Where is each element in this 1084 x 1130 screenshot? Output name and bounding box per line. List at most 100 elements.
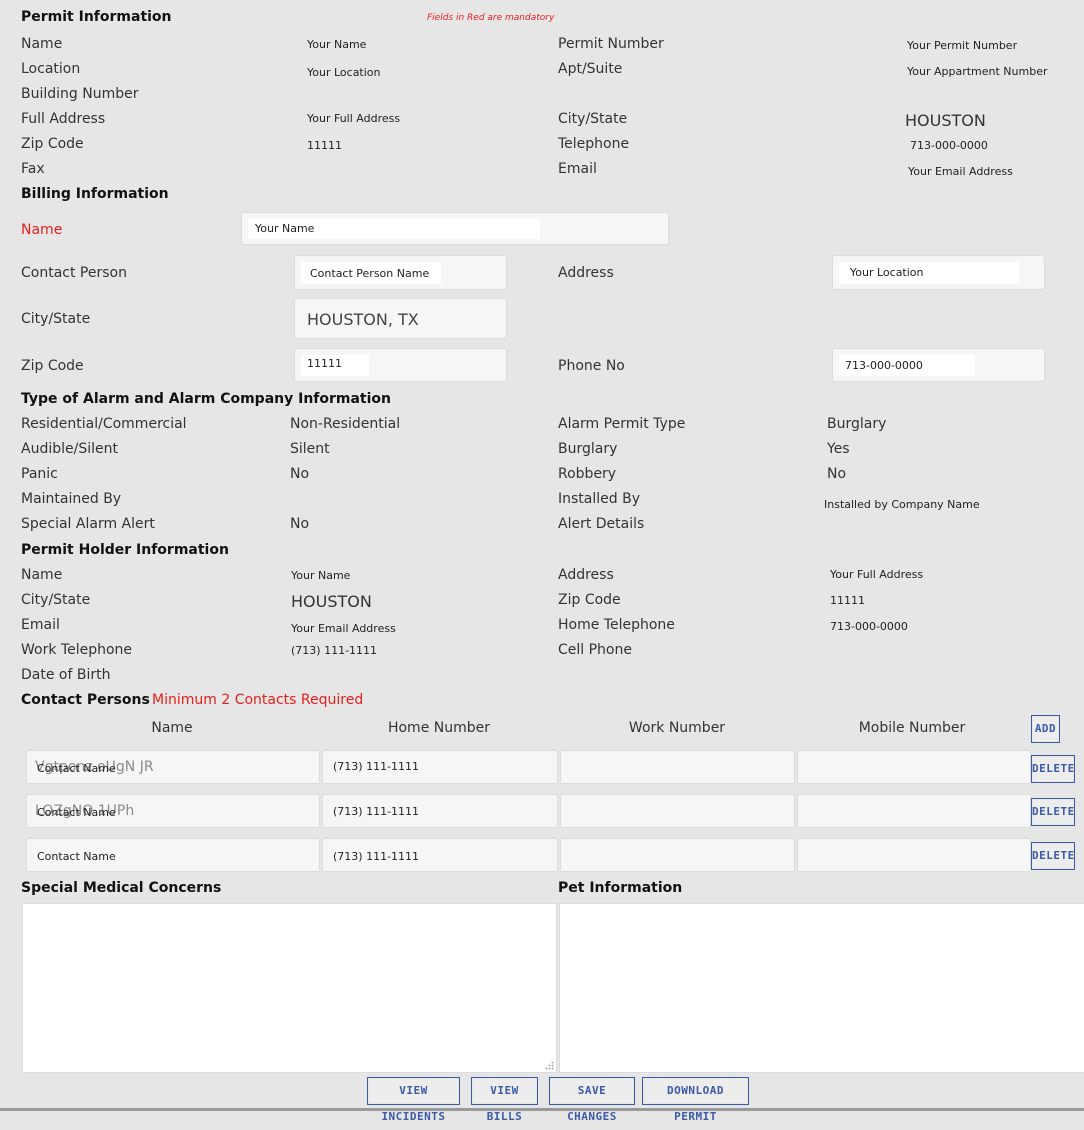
- permit-zip-label: Zip Code: [21, 136, 84, 152]
- permit-location-label: Location: [21, 61, 81, 77]
- holder-address-value: Your Full Address: [830, 568, 924, 581]
- contacts-col-name: Name: [151, 720, 193, 736]
- holder-home-tel-label: Home Telephone: [558, 617, 675, 633]
- permit-building-label: Building Number: [21, 86, 139, 102]
- billing-phone-input[interactable]: 713-000-0000: [832, 348, 1045, 382]
- billing-phone-label: Phone No: [558, 358, 625, 374]
- pet-information-textarea[interactable]: [559, 903, 1084, 1073]
- permit-name-label: Name: [21, 36, 63, 52]
- permit-apt-label: Apt/Suite: [558, 61, 623, 77]
- resize-grip-icon[interactable]: [545, 1061, 554, 1070]
- mandatory-note: Fields in Red are mandatory: [427, 13, 555, 23]
- view-bills-button[interactable]: VIEW BILLS: [471, 1077, 538, 1123]
- billing-address-label: Address: [558, 265, 614, 281]
- holder-cell-label: Cell Phone: [558, 642, 632, 658]
- holder-zip-label: Zip Code: [558, 592, 621, 608]
- billing-address-input[interactable]: Your Location: [832, 255, 1045, 290]
- permit-apt-value: Your Appartment Number: [907, 65, 1048, 78]
- alarm-permit-type-label: Alarm Permit Type: [558, 416, 686, 432]
- contact-home-input[interactable]: (713) 111-1111: [322, 750, 558, 784]
- billing-address-input-text: Your Location: [850, 266, 924, 279]
- download-permit-button[interactable]: DOWNLOAD PERMIT: [642, 1077, 749, 1123]
- contact-name-text: Contact Name: [37, 806, 116, 819]
- permit-number-label: Permit Number: [558, 36, 664, 52]
- contact-home-text: (713) 111-1111: [333, 850, 420, 863]
- billing-name-input-text: Your Name: [255, 222, 315, 235]
- billing-name-input[interactable]: Your Name: [241, 212, 669, 245]
- alarm-burglary-label: Burglary: [558, 441, 618, 457]
- holder-zip-value: 11111: [830, 594, 865, 607]
- billing-contact-input[interactable]: Contact Person Name: [294, 255, 507, 290]
- contacts-required-note: Minimum 2 Contacts Required: [152, 692, 364, 708]
- billing-contact-input-text: Contact Person Name: [310, 267, 430, 280]
- alarm-installed-label: Installed By: [558, 491, 640, 507]
- billing-zip-input-text: 11111: [307, 357, 342, 370]
- alarm-res-label: Residential/Commercial: [21, 416, 187, 432]
- contacts-col-work: Work Number: [628, 720, 726, 736]
- contact-name-text: Contact Name: [37, 850, 116, 863]
- contact-work-input[interactable]: [560, 750, 795, 784]
- contact-name-text: Contact Name: [37, 762, 116, 775]
- billing-city-state-input[interactable]: HOUSTON, TX: [294, 298, 507, 339]
- permit-section-title: Permit Information: [21, 9, 172, 25]
- alarm-special-value: No: [290, 516, 310, 532]
- delete-contact-button[interactable]: DELETE: [1031, 755, 1075, 783]
- view-incidents-button[interactable]: VIEW INCIDENTS: [367, 1077, 460, 1123]
- contact-mobile-input[interactable]: [797, 838, 1031, 872]
- billing-section-title: Billing Information: [21, 186, 169, 202]
- holder-email-value: Your Email Address: [291, 622, 396, 635]
- pet-section-title: Pet Information: [558, 880, 683, 896]
- alarm-details-label: Alert Details: [558, 516, 645, 532]
- holder-address-label: Address: [558, 567, 614, 583]
- alarm-robbery-label: Robbery: [558, 466, 617, 482]
- alarm-maintained-label: Maintained By: [21, 491, 122, 507]
- contacts-col-home: Home Number: [387, 720, 491, 736]
- holder-section-title: Permit Holder Information: [21, 542, 229, 558]
- alarm-res-value: Non-Residential: [290, 416, 401, 432]
- permit-telephone-label: Telephone: [558, 136, 630, 152]
- alarm-section-title: Type of Alarm and Alarm Company Informat…: [21, 391, 392, 407]
- contact-mobile-input[interactable]: [797, 750, 1031, 784]
- permit-name-value: Your Name: [307, 38, 367, 51]
- permit-full-address-value: Your Full Address: [307, 112, 401, 125]
- billing-name-label: Name: [21, 222, 63, 238]
- delete-contact-button[interactable]: DELETE: [1031, 842, 1075, 870]
- add-contact-button[interactable]: ADD: [1031, 715, 1060, 743]
- billing-zip-input[interactable]: 11111: [294, 348, 507, 382]
- permit-city-state-label: City/State: [558, 111, 628, 127]
- permit-city-state-value: HOUSTON: [905, 111, 986, 130]
- permit-fax-label: Fax: [21, 161, 45, 177]
- contact-home-input[interactable]: (713) 111-1111: [322, 838, 558, 872]
- contact-name-input[interactable]: Contact Name: [26, 838, 320, 872]
- contacts-section-title: Contact Persons: [21, 692, 150, 708]
- contact-work-input[interactable]: [560, 838, 795, 872]
- contact-home-text: (713) 111-1111: [333, 760, 420, 773]
- contact-name-input[interactable]: Vgtponz oUgN JR Contact Name: [26, 750, 320, 784]
- permit-full-address-label: Full Address: [21, 111, 106, 127]
- save-changes-button[interactable]: SAVE CHANGES: [549, 1077, 635, 1123]
- alarm-panic-value: No: [290, 466, 310, 482]
- holder-name-label: Name: [21, 567, 63, 583]
- contact-name-input[interactable]: LOZgNO 1UPh Contact Name: [26, 794, 320, 828]
- contact-work-input[interactable]: [560, 794, 795, 828]
- contact-home-input[interactable]: (713) 111-1111: [322, 794, 558, 828]
- contact-home-text: (713) 111-1111: [333, 805, 420, 818]
- holder-work-tel-value: (713) 111-1111: [291, 644, 378, 657]
- billing-phone-input-text: 713-000-0000: [845, 359, 923, 372]
- permit-number-value: Your Permit Number: [907, 39, 1018, 52]
- holder-email-label: Email: [21, 617, 60, 633]
- alarm-audible-label: Audible/Silent: [21, 441, 118, 457]
- billing-city-state-label: City/State: [21, 311, 91, 327]
- delete-contact-button[interactable]: DELETE: [1031, 798, 1075, 826]
- alarm-special-label: Special Alarm Alert: [21, 516, 155, 532]
- alarm-robbery-value: No: [827, 466, 847, 482]
- alarm-panic-label: Panic: [21, 466, 58, 482]
- permit-email-label: Email: [558, 161, 597, 177]
- alarm-permit-type-value: Burglary: [827, 416, 887, 432]
- contact-mobile-input[interactable]: [797, 794, 1031, 828]
- permit-telephone-value: 713-000-0000: [910, 139, 988, 152]
- medical-concerns-textarea[interactable]: [22, 903, 557, 1073]
- alarm-burglary-value: Yes: [827, 441, 850, 457]
- holder-home-tel-value: 713-000-0000: [830, 620, 908, 633]
- holder-city-state-value: HOUSTON: [291, 592, 372, 611]
